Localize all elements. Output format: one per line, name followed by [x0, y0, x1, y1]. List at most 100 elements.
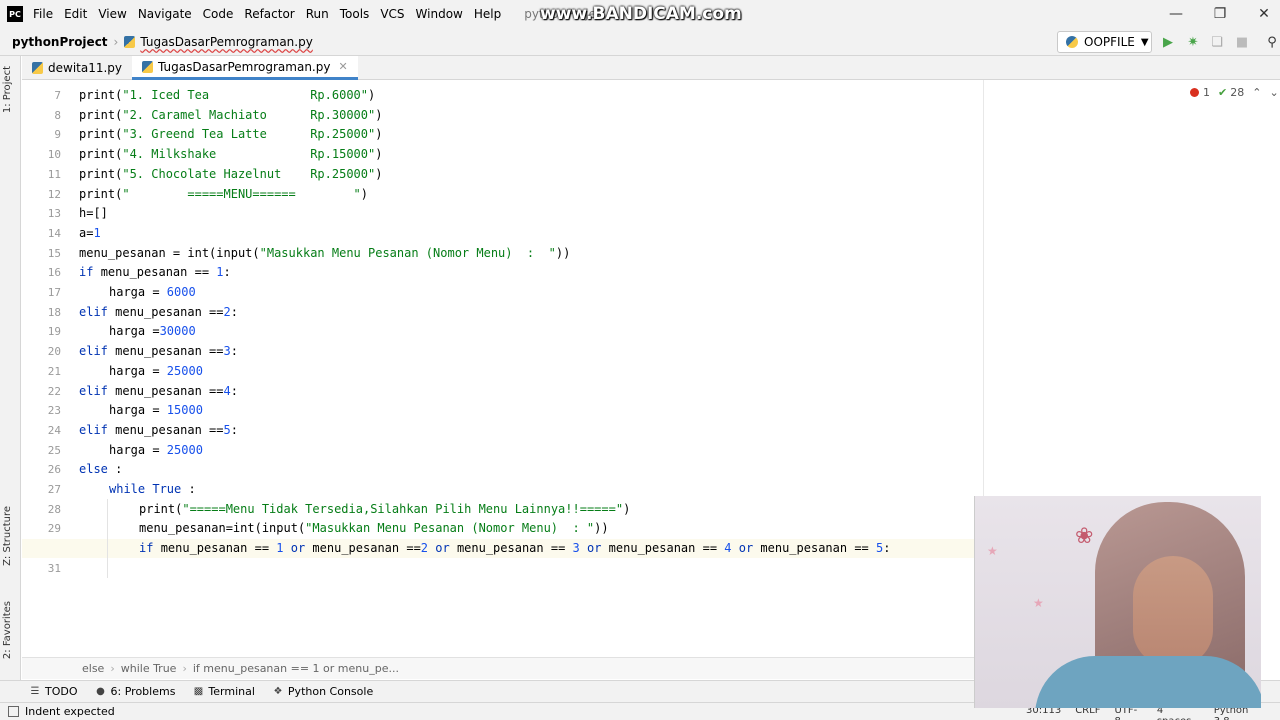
chevron-down-icon[interactable]: ⌄: [1269, 86, 1278, 99]
code-line[interactable]: harga = 25000: [79, 441, 203, 460]
code-token: 2: [420, 541, 429, 556]
code-token: 3: [572, 541, 580, 556]
code-text: elif menu_pesanan ==5:: [79, 423, 238, 437]
code-crumb-if[interactable]: if menu_pesanan == 1 or menu_pe...: [193, 662, 399, 675]
code-token: menu_pesanan ==: [160, 541, 277, 556]
code-crumb-else[interactable]: else: [82, 662, 104, 675]
maximize-icon[interactable]: ❐: [1205, 4, 1235, 24]
code-token: "3. Greend Tea Latte Rp.25000": [122, 127, 376, 142]
chevron-up-icon[interactable]: ⌃: [1252, 86, 1261, 99]
line-number: 27: [47, 483, 61, 496]
code-line[interactable]: print("2. Caramel Machiato Rp.30000"): [79, 106, 382, 125]
code-token: menu_pesanan ==: [115, 344, 224, 359]
line-number: 20: [47, 345, 61, 359]
code-token: elif: [79, 304, 116, 319]
code-text: print("=====Menu Tidak Tersedia,Silahkan…: [139, 502, 630, 516]
status-window-icon[interactable]: [8, 706, 19, 717]
wall-star-icon: ★: [1033, 596, 1044, 610]
menu-vcs[interactable]: VCS: [380, 7, 404, 21]
code-line[interactable]: print("3. Greend Tea Latte Rp.25000"): [79, 125, 382, 144]
todo-tool-button[interactable]: ☰ TODO: [30, 685, 78, 698]
error-icon: [1190, 88, 1199, 97]
menu-refactor[interactable]: Refactor: [244, 7, 294, 21]
breadcrumb-project[interactable]: pythonProject: [12, 35, 108, 49]
code-token: )): [555, 245, 571, 260]
tab-tugasdasarpemrograman[interactable]: TugasDasarPemrograman.py ✕: [132, 56, 358, 80]
menu-window[interactable]: Window: [416, 7, 463, 21]
code-token: :: [115, 462, 123, 477]
minimize-icon[interactable]: —: [1161, 4, 1191, 24]
problems-icon: ●: [96, 686, 105, 697]
code-token: if: [79, 265, 101, 280]
code-crumb-while[interactable]: while True: [121, 662, 177, 675]
code-line[interactable]: print("4. Milkshake Rp.15000"): [79, 145, 382, 164]
code-line[interactable]: h=[]: [79, 204, 108, 223]
code-text: harga =30000: [109, 324, 196, 338]
run-icon[interactable]: ▶: [1160, 34, 1176, 50]
line-number: 23: [47, 404, 61, 418]
left-tool-strip: 1: Project Z: Structure 2: Favorites: [0, 56, 21, 680]
code-token: print(: [79, 107, 123, 122]
code-line[interactable]: elif menu_pesanan ==4:: [79, 382, 238, 401]
search-icon[interactable]: ⚲: [1264, 34, 1280, 50]
code-line[interactable]: else :: [79, 460, 122, 479]
navigation-bar: pythonProject › TugasDasarPemrograman.py…: [0, 28, 1280, 56]
line-number: 31: [47, 561, 61, 575]
tab-dewita11[interactable]: dewita11.py: [22, 56, 132, 80]
code-token: "Masukkan Menu Pesanan (Nomor Menu) : ": [305, 521, 595, 536]
code-line[interactable]: while True :: [79, 480, 196, 499]
breadcrumb-file[interactable]: TugasDasarPemrograman.py: [140, 35, 312, 49]
menu-edit[interactable]: Edit: [64, 7, 87, 21]
menu-navigate[interactable]: Navigate: [138, 7, 192, 21]
code-line[interactable]: elif menu_pesanan ==5:: [79, 421, 238, 440]
code-token: ): [623, 501, 631, 516]
menu-file[interactable]: File: [33, 7, 53, 21]
code-token: 15000: [166, 403, 203, 418]
stop-icon[interactable]: ■: [1234, 34, 1250, 50]
inspection-widget[interactable]: 1 ✔ 28 ⌃ ⌄: [1190, 86, 1279, 99]
list-icon: ☰: [30, 686, 40, 697]
code-line[interactable]: elif menu_pesanan ==3:: [79, 342, 238, 361]
code-line[interactable]: harga = 25000: [79, 362, 203, 381]
terminal-tool-button[interactable]: ▩ Terminal: [193, 685, 255, 698]
code-line[interactable]: print("1. Iced Tea Rp.6000"): [79, 86, 375, 105]
code-token: print(: [79, 88, 123, 102]
menu-code[interactable]: Code: [203, 7, 234, 21]
code-text: print("4. Milkshake Rp.15000"): [79, 147, 382, 161]
code-line[interactable]: harga = 15000: [79, 401, 203, 420]
close-window-icon[interactable]: ✕: [1249, 4, 1279, 24]
code-line[interactable]: elif menu_pesanan ==2:: [79, 303, 238, 322]
python-file-icon: [124, 35, 136, 48]
run-configuration-select[interactable]: OOPFILE ▼: [1057, 31, 1152, 53]
code-text: print(" =====MENU====== "): [79, 187, 368, 201]
code-line[interactable]: print("=====Menu Tidak Tersedia,Silahkan…: [79, 500, 630, 519]
code-token: "4. Milkshake Rp.15000": [122, 147, 376, 162]
code-line[interactable]: harga =30000: [79, 322, 196, 341]
structure-tool-tab[interactable]: Z: Structure: [2, 506, 13, 566]
code-token: menu_pesanan ==: [115, 422, 224, 437]
favorites-tool-tab[interactable]: 2: Favorites: [2, 601, 13, 659]
code-line[interactable]: a=1: [79, 224, 101, 243]
code-token: ): [368, 88, 376, 102]
close-tab-icon[interactable]: ✕: [338, 60, 347, 73]
project-tool-tab[interactable]: 1: Project: [2, 66, 13, 113]
python-console-tool-button[interactable]: ❖ Python Console: [273, 685, 373, 698]
menu-view[interactable]: View: [98, 7, 126, 21]
code-line[interactable]: print("5. Chocolate Hazelnut Rp.25000"): [79, 165, 382, 184]
menu-help[interactable]: Help: [474, 7, 501, 21]
code-token: :: [230, 383, 238, 398]
menu-run[interactable]: Run: [306, 7, 329, 21]
coverage-icon[interactable]: ❏: [1209, 34, 1225, 50]
menu-tools[interactable]: Tools: [340, 7, 370, 21]
debug-icon[interactable]: ✷: [1185, 34, 1201, 50]
code-line[interactable]: menu_pesanan=int(input("Masukkan Menu Pe…: [79, 519, 609, 538]
code-line[interactable]: menu_pesanan = int(input("Masukkan Menu …: [79, 244, 570, 263]
breadcrumb-separator: ›: [110, 662, 115, 675]
code-token: 25000: [166, 442, 203, 457]
code-line[interactable]: if menu_pesanan == 1:: [79, 263, 231, 282]
code-line[interactable]: print(" =====MENU====== "): [79, 185, 368, 204]
problems-tool-button[interactable]: ● 6: Problems: [96, 685, 175, 698]
chevron-down-icon: ▼: [1140, 36, 1149, 48]
code-line[interactable]: harga = 6000: [79, 283, 196, 302]
code-token: ): [375, 127, 383, 142]
